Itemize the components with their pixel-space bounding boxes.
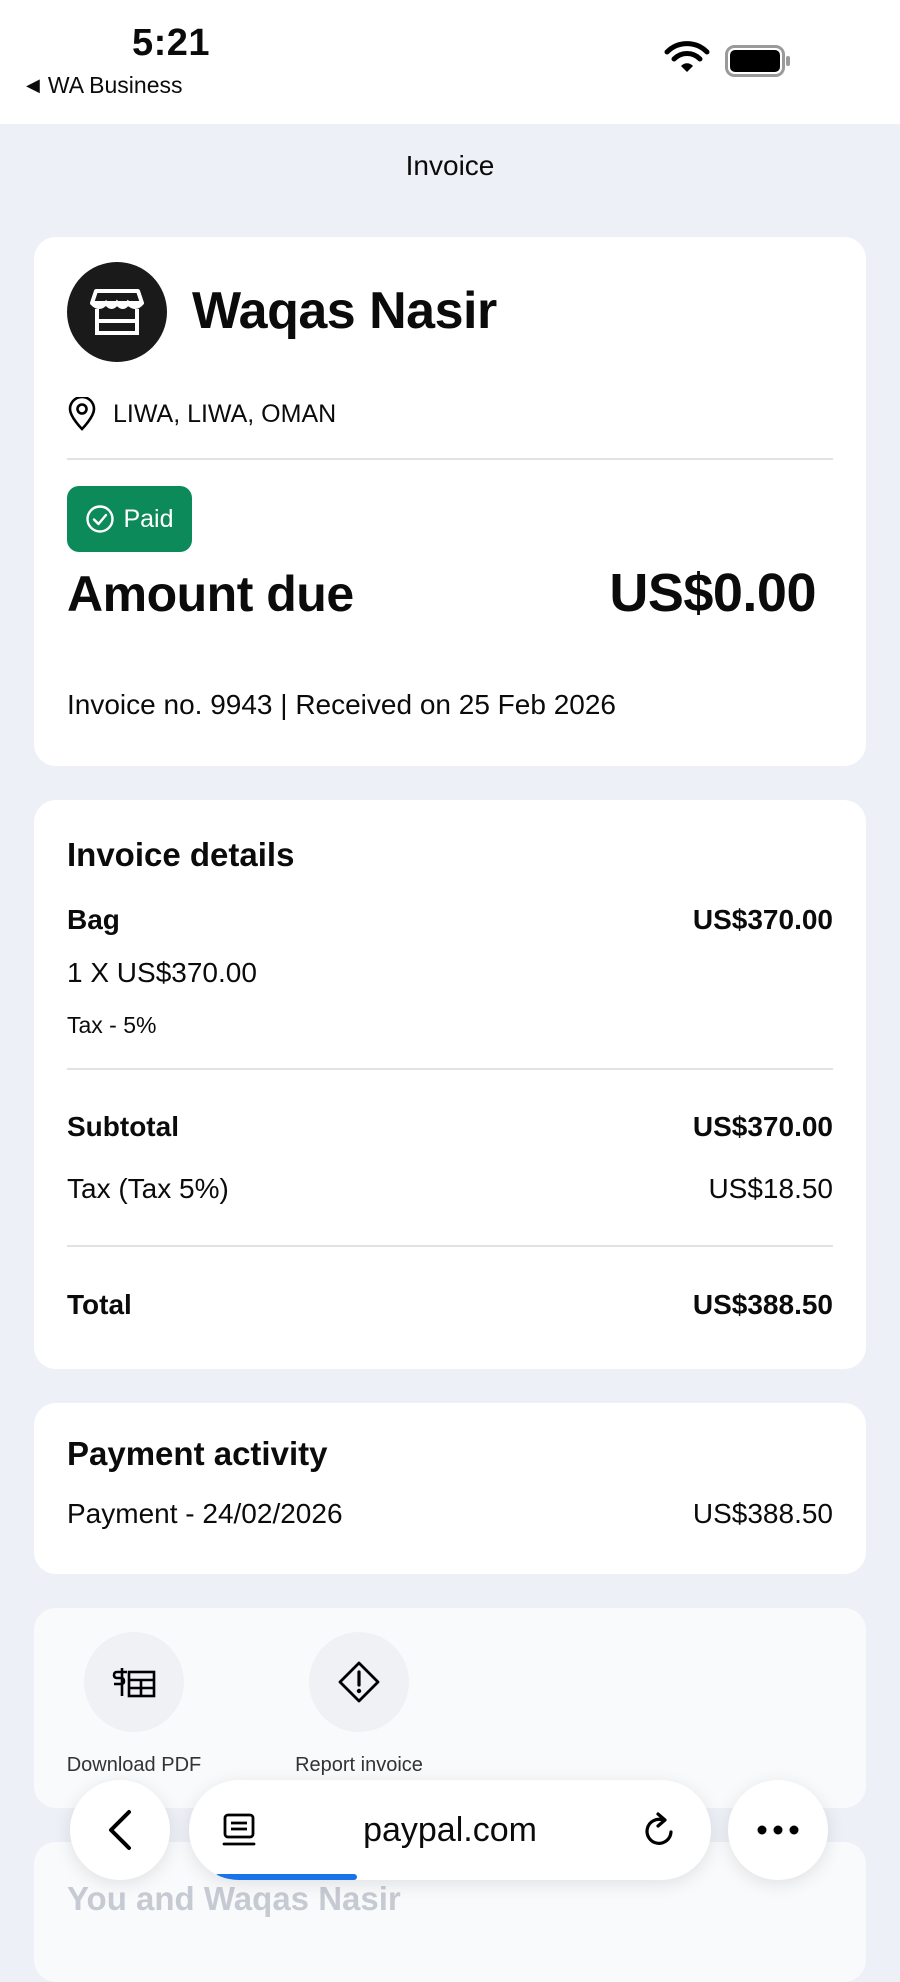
status-badge: Paid <box>67 486 192 552</box>
back-arrow-icon <box>109 1810 131 1850</box>
download-pdf-icon <box>112 1668 156 1698</box>
actions-card: Download PDF Report invoice <box>34 1608 866 1808</box>
check-circle-icon <box>86 505 115 533</box>
location-pin-icon <box>68 397 96 431</box>
store-icon <box>90 289 144 335</box>
item-price: US$370.00 <box>692 904 833 935</box>
total-label: Total <box>67 1289 132 1320</box>
amount-due-label: Amount due <box>67 566 354 622</box>
status-badge-label: Paid <box>123 504 174 533</box>
merchant-card: Waqas Nasir LIWA, LIWA, OMAN Paid Amount… <box>34 237 866 766</box>
tax-label: Tax (Tax 5%) <box>67 1173 229 1204</box>
invoice-details-card: Invoice details Bag US$370.00 1 X US$370… <box>34 800 866 1369</box>
tax-value: US$18.50 <box>708 1173 833 1204</box>
battery-icon <box>725 45 790 77</box>
merchant-divider <box>67 458 833 460</box>
page-title: Invoice <box>405 150 495 181</box>
merchant-name: Waqas Nasir <box>192 282 497 340</box>
relationship-title: You and Waqas Nasir <box>67 1880 401 1917</box>
payment-activity-title: Payment activity <box>67 1435 328 1472</box>
merchant-location: LIWA, LIWA, OMAN <box>67 397 336 431</box>
payment-activity-card: Payment activity Payment - 24/02/2026 US… <box>34 1403 866 1574</box>
address-bar[interactable]: paypal.com <box>189 1780 711 1880</box>
location-text: LIWA, LIWA, OMAN <box>113 399 337 428</box>
details-divider-1 <box>67 1068 833 1070</box>
total-value: US$388.50 <box>692 1289 833 1320</box>
back-app-label: WA Business <box>47 72 183 98</box>
warning-diamond-icon <box>338 1661 380 1703</box>
invoice-meta: Invoice no. 9943 | Received on 25 Feb 20… <box>67 689 616 720</box>
payment-value: US$388.50 <box>692 1498 833 1529</box>
browser-back-button[interactable] <box>70 1780 170 1880</box>
browser-more-button[interactable] <box>728 1780 828 1880</box>
subtotal-value: US$370.00 <box>692 1111 833 1142</box>
item-quantity: 1 X US$370.00 <box>67 957 257 988</box>
back-triangle-icon: ◀ <box>26 75 40 95</box>
download-pdf-button[interactable]: Download PDF <box>54 1632 214 1777</box>
more-icon <box>757 1825 799 1835</box>
details-divider-2 <box>67 1245 833 1247</box>
wifi-icon <box>664 41 710 72</box>
download-pdf-circle[interactable] <box>84 1632 184 1732</box>
report-invoice-label: Report invoice <box>295 1754 423 1776</box>
payment-label: Payment - 24/02/2026 <box>67 1498 343 1529</box>
item-name: Bag <box>67 904 120 935</box>
merchant-avatar <box>67 262 167 362</box>
report-invoice-circle[interactable] <box>309 1632 409 1732</box>
status-bar: 5:21 ◀ WA Business <box>0 0 900 124</box>
download-pdf-label: Download PDF <box>66 1754 202 1776</box>
item-tax: Tax - 5% <box>67 1012 157 1038</box>
invoice-details-title: Invoice details <box>67 836 295 873</box>
reload-icon[interactable] <box>641 1810 679 1850</box>
back-to-app-link[interactable]: ◀ WA Business <box>26 72 183 99</box>
page-load-progress <box>215 1874 357 1880</box>
status-time: 5:21 <box>132 22 211 64</box>
url-text[interactable]: paypal.com <box>189 1811 711 1850</box>
report-invoice-button[interactable]: Report invoice <box>279 1632 439 1777</box>
amount-due-value: US$0.00 <box>609 563 816 623</box>
subtotal-label: Subtotal <box>67 1111 179 1142</box>
